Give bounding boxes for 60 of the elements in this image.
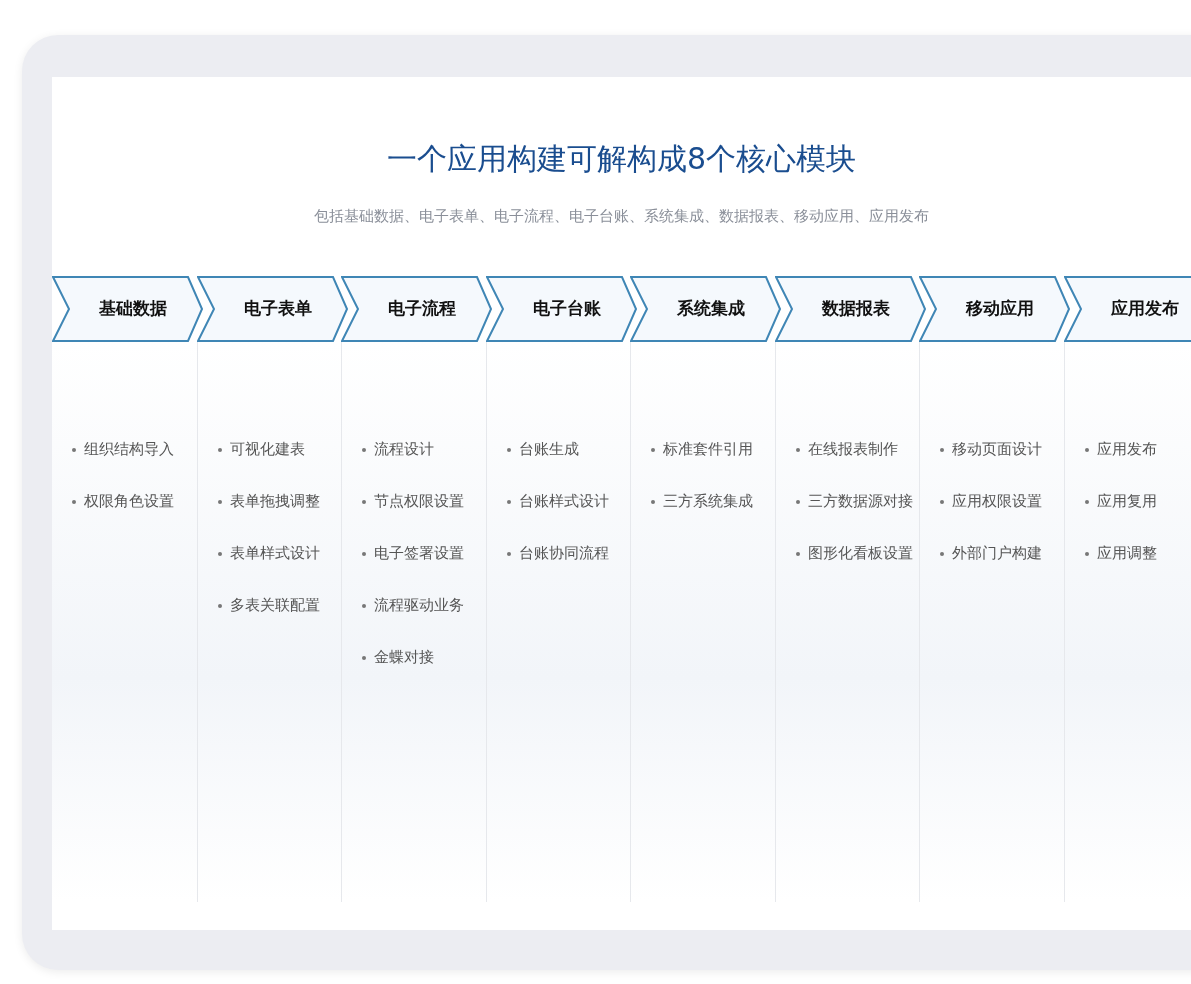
feature-item: 台账协同流程 [518, 543, 609, 565]
bullet-icon [1084, 447, 1089, 452]
feature-item: 表单拖拽调整 [229, 491, 320, 513]
bullet-icon [362, 499, 366, 504]
bullet-icon [1084, 499, 1089, 504]
bullet-icon [795, 447, 800, 452]
bullet-icon [651, 447, 655, 452]
feature-item: 金蝶对接 [374, 647, 434, 669]
feature-item: 可视化建表 [229, 439, 305, 461]
bullet-icon [940, 447, 944, 452]
step-title: 系统集成 [677, 296, 745, 320]
step-title: 电子台账 [532, 296, 601, 320]
bullet-icon [795, 551, 800, 556]
bullet-icon [72, 447, 76, 452]
bullet-icon [72, 499, 76, 504]
feature-item: 应用发布 [1096, 439, 1157, 461]
bullet-icon [362, 655, 366, 660]
bullet-icon [795, 499, 800, 504]
feature-item: 多表关联配置 [229, 595, 320, 617]
page-title: 一个应用构建可解构成8个核心模块 [385, 141, 858, 177]
bullet-icon [1084, 551, 1089, 556]
feature-item: 标准套件引用 [663, 439, 753, 461]
feature-item: 在线报表制作 [807, 439, 898, 461]
feature-item: 应用复用 [1096, 491, 1157, 513]
step-title: 移动应用 [966, 296, 1034, 320]
bullet-icon [651, 499, 655, 504]
feature-item: 外部门户构建 [952, 543, 1042, 565]
feature-item: 移动页面设计 [952, 439, 1042, 461]
step-title: 电子表单 [243, 296, 312, 320]
step-title: 基础数据 [99, 296, 167, 320]
feature-item: 台账样式设计 [518, 491, 609, 513]
page-subtitle: 包括基础数据、电子表单、电子流程、电子台账、系统集成、数据报表、移动应用、应用发布 [313, 206, 930, 227]
bullet-icon [940, 551, 944, 556]
feature-item: 应用调整 [1096, 543, 1157, 565]
bullet-icon [362, 551, 366, 556]
feature-item: 电子签署设置 [374, 543, 464, 565]
bullet-icon [940, 499, 944, 504]
step-title: 数据报表 [821, 296, 890, 320]
bullet-icon [362, 447, 366, 452]
bullet-icon [362, 603, 366, 608]
bullet-icon [217, 551, 222, 556]
feature-item: 表单样式设计 [229, 543, 320, 565]
bullet-icon [506, 499, 511, 504]
feature-item: 图形化看板设置 [807, 543, 913, 565]
feature-item: 流程驱动业务 [374, 595, 464, 617]
feature-item: 三方数据源对接 [807, 491, 913, 513]
bullet-icon [217, 603, 222, 608]
feature-item: 流程设计 [374, 439, 434, 461]
step-title: 电子流程 [388, 296, 456, 320]
bullet-icon [506, 551, 511, 556]
feature-item: 台账生成 [518, 439, 579, 461]
feature-item: 权限角色设置 [84, 491, 174, 513]
bullet-icon [506, 447, 511, 452]
step-title: 应用发布 [1110, 296, 1179, 320]
feature-item: 组织结构导入 [84, 439, 174, 461]
bullet-icon [217, 499, 222, 504]
bullet-icon [217, 447, 222, 452]
feature-item: 节点权限设置 [374, 491, 464, 513]
feature-item: 三方系统集成 [663, 491, 753, 513]
feature-item: 应用权限设置 [952, 491, 1042, 513]
